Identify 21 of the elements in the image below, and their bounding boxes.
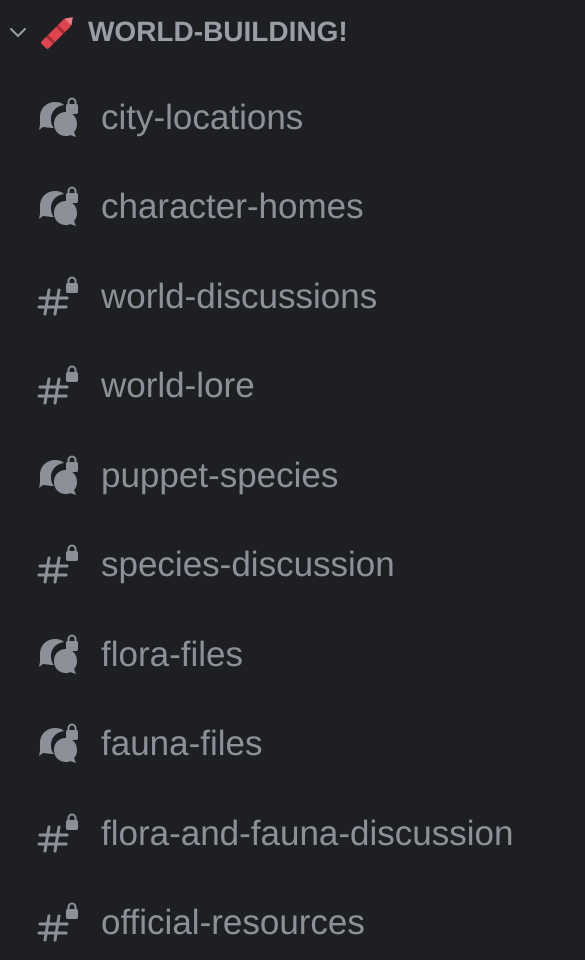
hashtag-lock-icon	[37, 902, 79, 944]
channel-link[interactable]: world-discussions	[101, 278, 378, 316]
channel-link[interactable]: species-discussion	[101, 546, 395, 584]
hashtag-lock-icon	[37, 276, 79, 318]
forum-lock-icon	[37, 96, 79, 139]
channel-link[interactable]: puppet-species	[101, 456, 338, 495]
forum-lock-icon	[37, 723, 79, 766]
channel-link[interactable]: world-lore	[101, 367, 255, 406]
forum-lock-icon	[37, 454, 79, 497]
hashtag-lock-icon	[37, 544, 79, 586]
hashtag-lock-icon	[37, 812, 79, 855]
channel-link[interactable]: flora-and-fauna-discussion	[101, 814, 514, 853]
channel-link[interactable]: flora-files	[101, 636, 243, 674]
forum-lock-icon	[37, 634, 79, 676]
category-title[interactable]: WORLD-BUILDING!	[88, 11, 348, 53]
channel-link[interactable]: official-resources	[101, 904, 365, 942]
channel-link[interactable]: fauna-files	[101, 725, 262, 764]
channel-link[interactable]: city-locations	[101, 98, 304, 137]
channel-link[interactable]: character-homes	[101, 188, 364, 226]
forum-lock-icon	[37, 186, 79, 228]
hashtag-lock-icon	[37, 365, 79, 408]
